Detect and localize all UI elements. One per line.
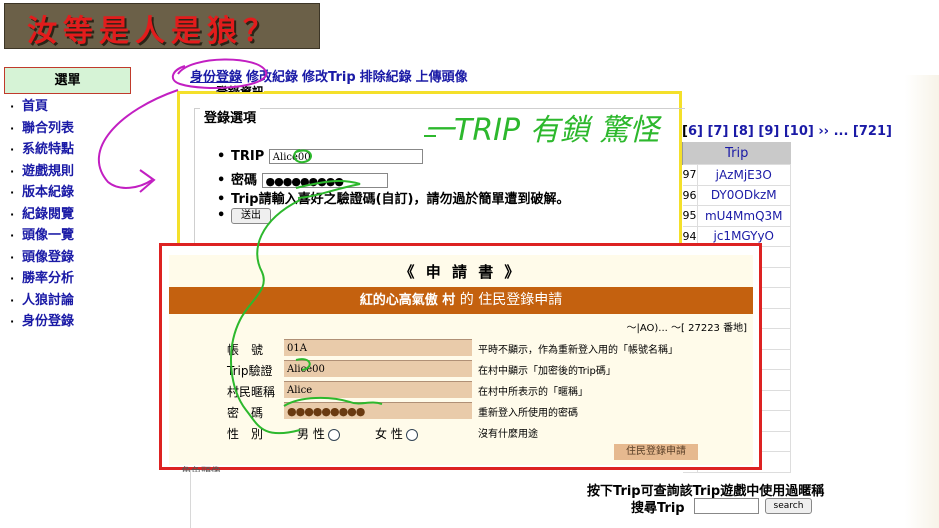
form-row-password: 密 碼 ●●●●●●●●● 重新登入所使用的密碼 — [169, 402, 753, 422]
sidebar-item-home[interactable]: · 首頁 — [10, 97, 74, 119]
table-row: 96 DY0ODkzM — [682, 184, 791, 206]
sidebar-item-avatar-list[interactable]: · 頭像一覽 — [10, 226, 74, 248]
female-radio[interactable] — [405, 428, 418, 441]
cut-section-label: 角色頭像 — [181, 466, 221, 472]
account-note: 平時不顯示，作為重新登入用的「帳號名稱」 — [478, 345, 678, 356]
search-note: 按下Trip可查詢該Trip遊戲中使用過暱稱 — [587, 484, 825, 499]
sidebar-menu: · 首頁 · 聯合列表 · 系統特點 · 遊戲規則 · 版本紀錄 · 紀錄閱覽 · 頭像一覽 … — [10, 97, 74, 334]
trip-input[interactable]: Alice00 — [268, 149, 423, 164]
sidebar-item-rules[interactable]: · 遊戲規則 — [10, 162, 74, 184]
account-label: 帳 號 — [227, 343, 264, 357]
form-header-suffix: 的 住民登錄申請 — [459, 292, 563, 308]
trip-column-header: Trip — [682, 142, 791, 165]
trip-hint: Trip請輸入喜好之驗證碼(自訂)，請勿過於簡單遭到破解。 — [231, 192, 570, 207]
nickname-note: 在村中所表示的「暱稱」 — [478, 387, 588, 398]
trip-link[interactable]: DY0ODkzM — [696, 184, 791, 206]
sidebar-link[interactable]: 勝率分析 — [22, 271, 74, 286]
trip-verify-field[interactable]: Alice00 — [284, 360, 472, 377]
top-nav: 身份登錄 修改紀錄 修改Trip 排除紀錄 上傳頭像 — [190, 66, 472, 85]
sidebar-link[interactable]: 聯合列表 — [22, 121, 74, 136]
form-password-field[interactable]: ●●●●●●●●● — [284, 402, 472, 419]
nav-edit-records[interactable]: 修改紀錄 — [246, 70, 298, 85]
sidebar-item-discussion[interactable]: · 人狼討論 — [10, 291, 74, 313]
nickname-label: 村民暱稱 — [227, 385, 276, 399]
login-panel: 登錄資訊 登錄選項 TRIP Alice00 密碼 ●●●●●●●●● Trip… — [177, 84, 685, 251]
sidebar-item-identity-register[interactable]: · 身份登錄 — [10, 312, 74, 334]
female-label: 女 性 — [375, 427, 403, 441]
password-label: 密碼 — [231, 172, 258, 188]
sidebar-link[interactable]: 遊戲規則 — [22, 164, 74, 179]
password-input[interactable]: ●●●●●●●●● — [261, 172, 388, 188]
sidebar-link[interactable]: 頭像登錄 — [22, 250, 74, 265]
gender-note: 沒有什麼用途 — [478, 429, 538, 440]
table-row: 97 jAzMjE3O — [682, 164, 791, 186]
sidebar-link[interactable]: 身份登錄 — [22, 314, 74, 329]
nav-edit-trip[interactable]: 修改Trip — [302, 70, 356, 85]
sidebar-link[interactable]: 頭像一覽 — [22, 228, 74, 243]
table-row: 95 mU4MmQ3M — [682, 205, 791, 227]
sidebar-item-versions[interactable]: · 版本紀錄 — [10, 183, 74, 205]
sidebar-item-records[interactable]: · 紀錄閱覽 — [10, 205, 74, 227]
magenta-arrowhead — [139, 169, 156, 193]
sidebar-link[interactable]: 系統特點 — [22, 142, 74, 157]
nav-exclude-records[interactable]: 排除紀錄 — [360, 70, 412, 85]
nav-identity-register[interactable]: 身份登錄 — [190, 70, 242, 85]
sidebar-link[interactable]: 首頁 — [22, 99, 48, 114]
nav-upload-avatar[interactable]: 上傳頭像 — [416, 70, 468, 85]
sidebar-item-features[interactable]: · 系統特點 — [10, 140, 74, 162]
trip-row: TRIP Alice00 — [217, 149, 570, 169]
submit-button[interactable]: 送出 — [231, 207, 271, 224]
sidebar-item-win-rate[interactable]: · 勝率分析 — [10, 269, 74, 291]
form-row-account: 帳 號 01A 平時不顯示，作為重新登入用的「帳號名稱」 — [169, 339, 753, 359]
nickname-field[interactable]: Alice — [284, 381, 472, 398]
form-row-trip: Trip驗證 Alice00 在村中顯示「加密後的Trip碼」 — [169, 360, 753, 380]
form-password-note: 重新登入所使用的密碼 — [478, 408, 578, 419]
gender-female-option[interactable]: 女 性 — [375, 425, 418, 442]
form-header-bar: 紅的心高氣傲 村 的 住民登錄申請 — [169, 287, 753, 314]
banner-title: 汝等是人是狼？ — [27, 14, 279, 49]
trip-verify-note: 在村中顯示「加密後的Trip碼」 — [478, 366, 616, 377]
search-input[interactable] — [694, 498, 759, 514]
pagination[interactable]: [6] [7] [8] [9] [10] ›› ... [721] — [682, 124, 892, 139]
trip-label: TRIP — [231, 149, 265, 164]
application-form-panel: 《 申 請 書 》 紅的心高氣傲 村 的 住民登錄申請 ～|AO)... ～[ … — [159, 243, 762, 470]
sidebar-item-game-list[interactable]: · 聯合列表 — [10, 119, 74, 141]
form-title: 《 申 請 書 》 — [399, 263, 523, 281]
pager-links[interactable]: 6] [7] [8] [9] [10] ›› ... [721] — [688, 124, 892, 139]
trip-link[interactable]: jAzMjE3O — [696, 164, 791, 186]
password-row: 密碼 ●●●●●●●●● — [217, 169, 570, 189]
sidebar-link[interactable]: 版本紀錄 — [22, 185, 74, 200]
form-password-label: 密 碼 — [227, 406, 264, 420]
apply-button[interactable]: 住民登錄申請 — [614, 444, 698, 460]
trip-verify-label: Trip驗證 — [227, 364, 273, 378]
trip-link[interactable]: mU4MmQ3M — [696, 205, 791, 227]
account-field[interactable]: 01A — [284, 339, 472, 356]
submit-row: 送出 — [217, 207, 570, 228]
cut-heading: 登錄資訊 — [216, 84, 265, 92]
hint-row: Trip請輸入喜好之驗證碼(自訂)，請勿過於簡單遭到破解。 — [217, 188, 570, 208]
site-banner: 汝等是人是狼？ — [4, 3, 320, 49]
form-row-nickname: 村民暱稱 Alice 在村中所表示的「暱稱」 — [169, 381, 753, 401]
login-legend: 登錄選項 — [200, 107, 261, 126]
sidebar-link[interactable]: 紀錄閱覽 — [22, 207, 74, 222]
male-radio[interactable] — [327, 428, 340, 441]
sidebar-link[interactable]: 人狼討論 — [22, 293, 74, 308]
application-form: 《 申 請 書 》 紅的心高氣傲 村 的 住民登錄申請 ～|AO)... ～[ … — [169, 255, 753, 465]
sidebar-item-avatar-register[interactable]: · 頭像登錄 — [10, 248, 74, 270]
male-label: 男 性 — [297, 427, 325, 441]
village-name: 紅的心高氣傲 村 — [359, 293, 456, 308]
gender-label: 性 別 — [227, 427, 264, 441]
sidebar-header: 選單 — [4, 67, 131, 94]
magenta-arrow — [97, 89, 179, 189]
village-info: ～|AO)... ～[ 27223 番地] — [626, 323, 748, 334]
search-button[interactable]: search — [765, 498, 812, 514]
gender-male-option[interactable]: 男 性 — [297, 425, 340, 442]
login-form: TRIP Alice00 密碼 ●●●●●●●●● Trip請輸入喜好之驗證碼(… — [217, 149, 570, 227]
form-row-gender: 性 別 男 性 女 性 沒有什麼用途 — [169, 423, 753, 443]
search-label: 搜尋Trip — [631, 501, 685, 516]
right-edge-decoration — [905, 75, 939, 528]
